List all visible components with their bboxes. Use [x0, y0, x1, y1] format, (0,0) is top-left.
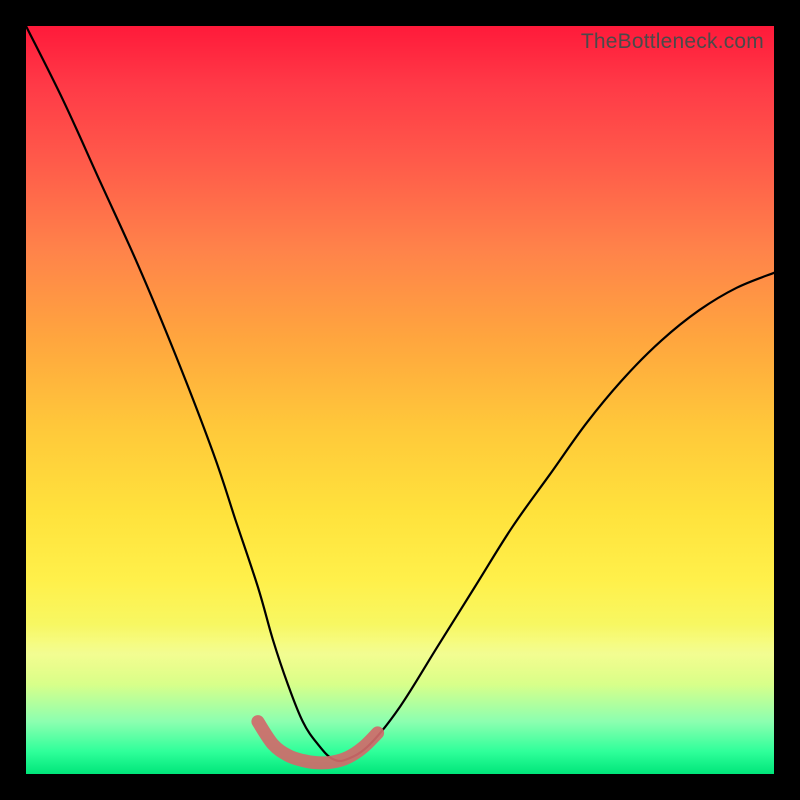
bottleneck-curve-svg [26, 26, 774, 774]
chart-frame: TheBottleneck.com [0, 0, 800, 800]
chart-plot-area: TheBottleneck.com [26, 26, 774, 774]
bottleneck-curve-path [26, 26, 774, 761]
optimal-region-path [258, 722, 378, 763]
curve-group [26, 26, 774, 763]
